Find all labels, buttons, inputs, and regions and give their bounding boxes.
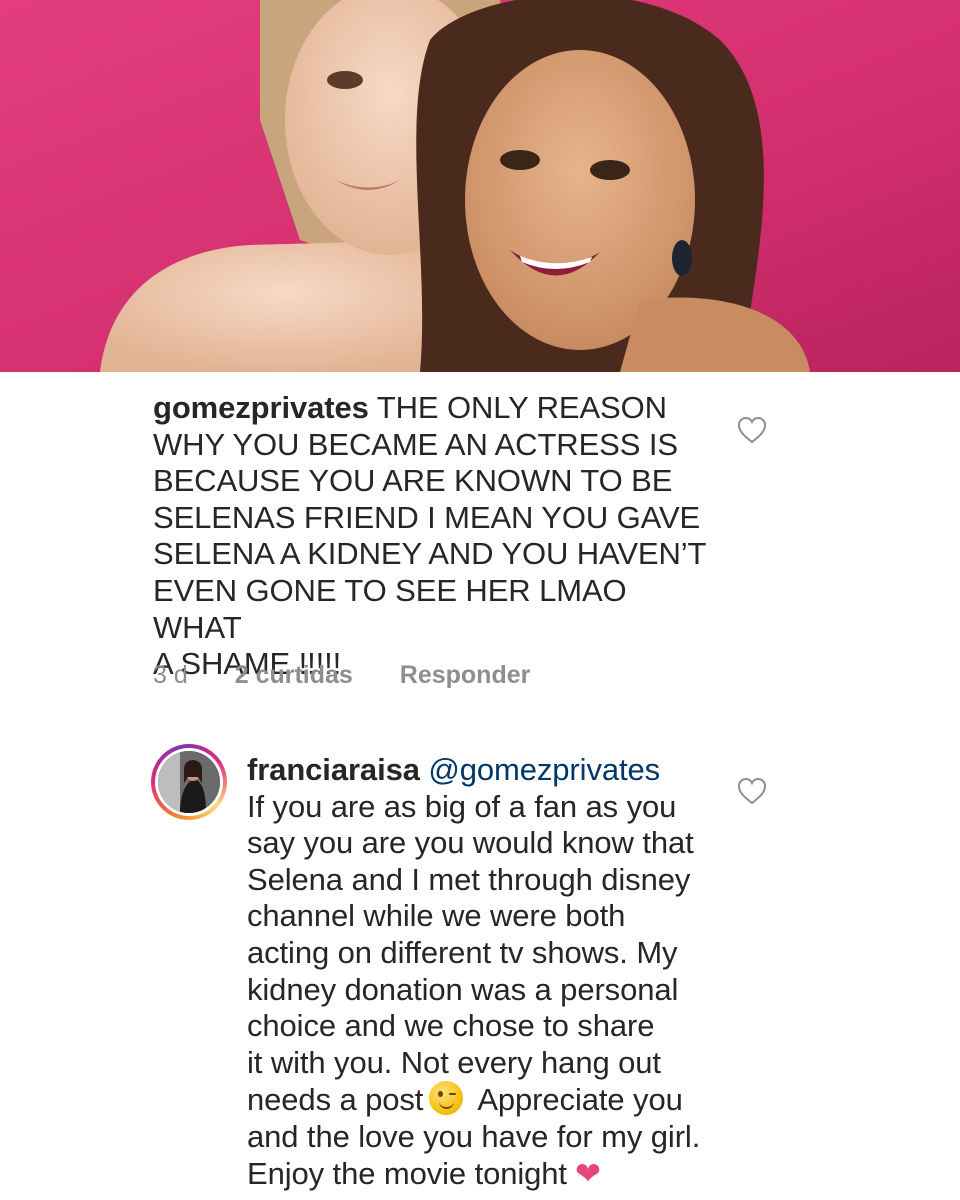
comment-line: SELENAS FRIEND I MEAN YOU GAVE [153,499,701,535]
avatar-image [158,751,220,813]
comment-meta: 3 d 2 curtidas Responder [153,661,570,690]
comment-line: kidney donation was a personal [247,971,679,1007]
comment-line: If you are as big of a fan as you [247,788,677,824]
comment-line: Selena and I met through disney [247,861,691,897]
comment-line: choice and we chose to share [247,1008,655,1044]
comment-likes-link[interactable]: 2 curtidas [235,661,353,690]
comment-line: SELENA A KIDNEY AND YOU HAVEN’T [153,536,707,572]
comment-line: channel while we were both [247,898,626,934]
comment-username[interactable]: franciaraisa [247,752,420,787]
comment-line: Enjoy the movie tonight [247,1155,567,1191]
comment-line: THE ONLY REASON [368,390,667,425]
post-photo [0,0,960,372]
like-heart-icon[interactable] [737,777,767,805]
comment-line: WHY YOU BECAME AN ACTRESS IS [153,426,678,462]
comment-line: Appreciate you [477,1082,683,1118]
mention-link[interactable]: @gomezprivates [428,752,660,787]
like-heart-icon[interactable] [737,416,767,444]
comment-body: franciaraisa @gomezprivates If you are a… [247,752,727,1192]
avatar[interactable] [151,744,227,820]
comment-username[interactable]: gomezprivates [153,390,369,425]
comment-line: acting on different tv shows. My [247,934,678,970]
heart-icon: ❤ [574,1155,601,1191]
comment-time: 3 d [153,661,188,689]
comment-line: and the love you have for my girl. [247,1118,701,1154]
comment-line: it with you. Not every hang out [247,1044,661,1080]
reply-button[interactable]: Responder [400,661,531,690]
comment-line: BECAUSE YOU ARE KNOWN TO BE [153,463,673,499]
comment-body: gomezprivates THE ONLY REASON WHY YOU BE… [153,390,713,683]
comment-line: EVEN GONE TO SEE HER LMAO WHAT [153,572,627,645]
comment-franciaraisa: franciaraisa @gomezprivates If you are a… [247,752,727,1192]
comment-line: needs a post [247,1082,424,1118]
winking-face-icon [429,1081,464,1116]
comment-gomezprivates: gomezprivates THE ONLY REASON WHY YOU BE… [153,390,713,683]
comment-line: say you are you would know that [247,825,694,861]
